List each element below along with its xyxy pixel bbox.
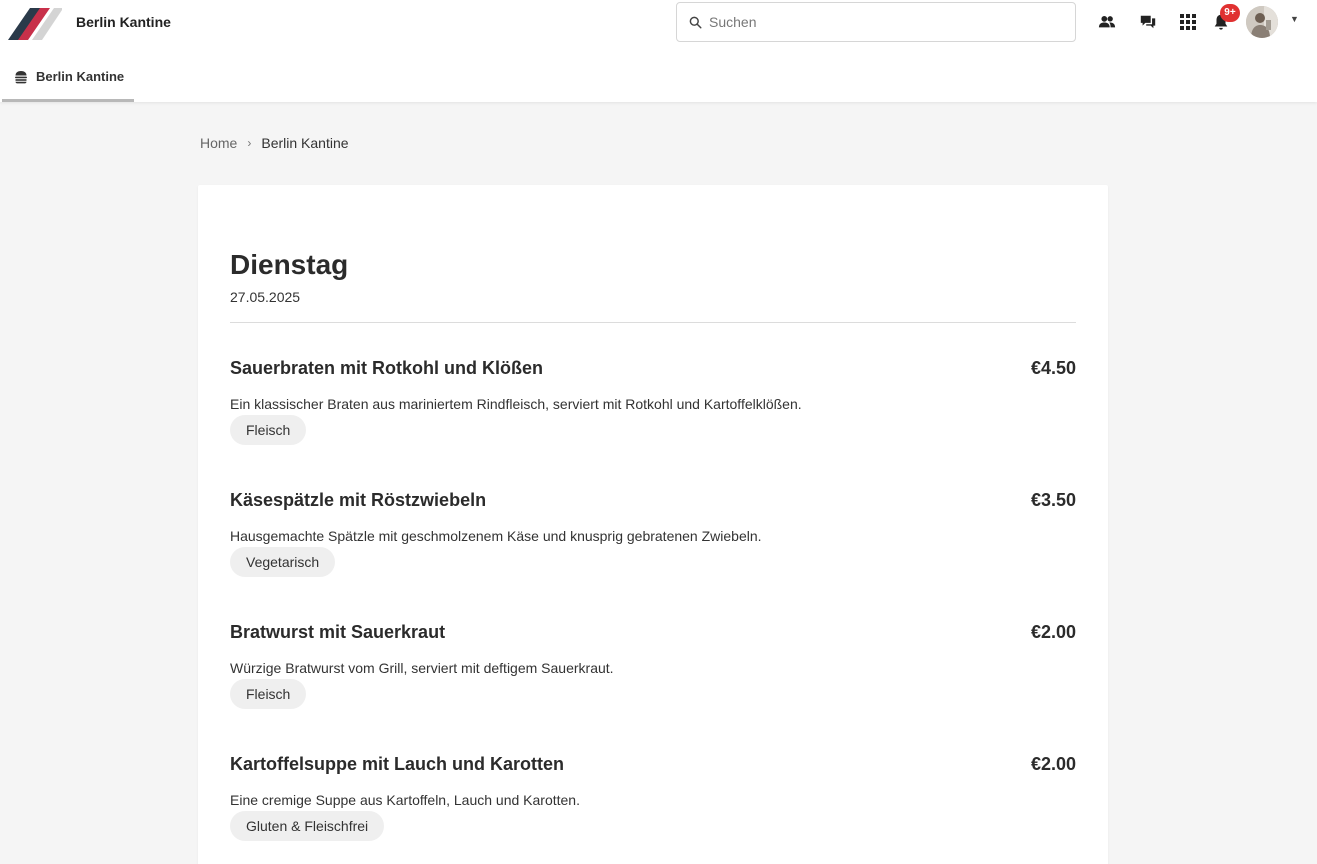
breadcrumb-current: Berlin Kantine: [261, 135, 349, 151]
meal-price: €2.00: [1030, 754, 1076, 774]
tab-label: Berlin Kantine: [36, 69, 125, 84]
app-title[interactable]: Berlin Kantine: [76, 13, 171, 31]
meal-tag: Fleisch: [230, 415, 307, 445]
chevron-down-icon[interactable]: ▼: [1290, 14, 1299, 24]
brand-logo[interactable]: [8, 8, 62, 40]
meal-price: €2.00: [1030, 622, 1076, 642]
search-icon: [689, 16, 702, 29]
meal-description: Würzige Bratwurst vom Grill, serviert mi…: [230, 660, 614, 676]
meal-tag: Vegetarisch: [230, 547, 336, 577]
burger-icon: [15, 71, 27, 84]
meal-tag: Gluten & Fleischfrei: [230, 811, 385, 841]
tab-berlin-kantine[interactable]: Berlin Kantine: [2, 58, 134, 102]
meal-description: Ein klassischer Braten aus mariniertem R…: [230, 396, 802, 412]
meal-tag: Fleisch: [230, 679, 307, 709]
meal-name: Käsespätzle mit Röstzwiebeln: [230, 490, 487, 510]
notification-badge: 9+: [1220, 4, 1240, 22]
meal-item: Kartoffelsuppe mit Lauch und Karotten €2…: [230, 752, 1076, 864]
page-title: Dienstag: [230, 249, 349, 280]
meal-price: €4.50: [1030, 358, 1076, 378]
meal-name: Sauerbraten mit Rotkohl und Klößen: [230, 358, 544, 378]
people-icon[interactable]: [1097, 12, 1117, 32]
meal-item: Bratwurst mit Sauerkraut €2.00 Würzige B…: [230, 620, 1076, 750]
meal-description: Hausgemachte Spätzle mit geschmolzenem K…: [230, 528, 762, 544]
meal-name: Bratwurst mit Sauerkraut: [230, 622, 446, 642]
top-header: Berlin Kantine 9+: [0, 0, 1317, 102]
divider: [230, 322, 1076, 323]
avatar[interactable]: [1246, 6, 1278, 38]
breadcrumb-home-link[interactable]: Home: [200, 133, 237, 153]
menu-card: Dienstag 27.05.2025 Sauerbraten mit Rotk…: [198, 185, 1108, 864]
chat-icon[interactable]: [1138, 12, 1158, 32]
meal-price: €3.50: [1030, 490, 1076, 510]
chevron-right-icon: ›: [247, 136, 252, 150]
meal-name: Kartoffelsuppe mit Lauch und Karotten: [230, 754, 565, 774]
meal-item: Sauerbraten mit Rotkohl und Klößen €4.50…: [230, 356, 1076, 486]
search-input[interactable]: [709, 14, 1049, 30]
apps-grid-icon[interactable]: [1178, 12, 1198, 32]
breadcrumb: Home › Berlin Kantine: [200, 133, 349, 153]
meal-item: Käsespätzle mit Röstzwiebeln €3.50 Hausg…: [230, 488, 1076, 618]
menu-date: 27.05.2025: [230, 289, 301, 305]
meal-description: Eine cremige Suppe aus Kartoffeln, Lauch…: [230, 792, 580, 808]
search-box[interactable]: [676, 2, 1076, 42]
